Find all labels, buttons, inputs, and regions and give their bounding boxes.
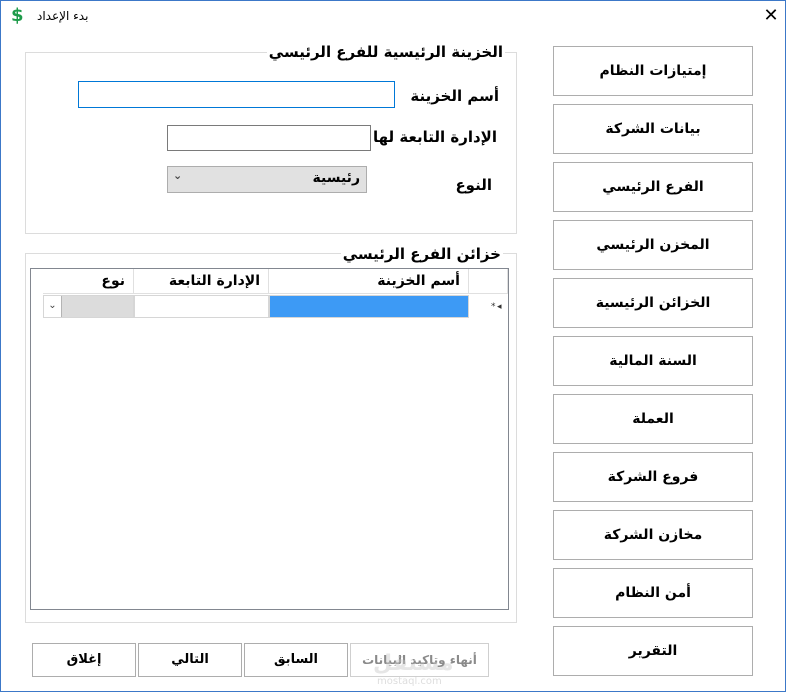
- type-dropdown-value: رئيسية: [312, 170, 360, 186]
- treasuries-grid[interactable]: نوع الإدارة التابعة أسم الخزينة ⌄ * ◂: [30, 268, 509, 610]
- main-warehouse-button[interactable]: المخزن الرئيسي: [553, 220, 753, 270]
- main-treasury-group-title: الخزينة الرئيسية للفرع الرئيسي: [266, 43, 505, 61]
- grid-header-name[interactable]: أسم الخزينة: [269, 269, 469, 294]
- company-data-button[interactable]: بيانات الشركة: [553, 104, 753, 154]
- treasury-name-input[interactable]: [78, 81, 395, 108]
- watermark-url: mostaql.com: [377, 676, 442, 687]
- grid-header-dept[interactable]: الإدارة التابعة: [134, 269, 269, 294]
- system-security-button[interactable]: أمن النظام: [553, 568, 753, 618]
- parent-dept-label: الإدارة التابعة لها: [373, 128, 497, 146]
- new-row-dept-cell[interactable]: [134, 295, 269, 318]
- report-button[interactable]: التقرير: [553, 626, 753, 676]
- row-arrow-icon: ◂: [497, 302, 502, 312]
- title-bar: $ بدء الإعداد ✕: [1, 1, 785, 33]
- grid-header-row-selector: [469, 269, 508, 294]
- window-title: بدء الإعداد: [37, 9, 89, 23]
- branch-treasuries-group-title: خزائن الفرع الرئيسي: [340, 245, 503, 263]
- company-branches-button[interactable]: فروع الشركة: [553, 452, 753, 502]
- new-row-indicator: *: [491, 302, 496, 312]
- chevron-down-icon: ⌄: [173, 169, 183, 182]
- chevron-down-icon[interactable]: ⌄: [44, 296, 62, 317]
- new-row-name-cell[interactable]: [269, 295, 469, 318]
- finish-confirm-button[interactable]: أنهاء وتاكيد البيانات: [350, 643, 489, 677]
- grid-header-type[interactable]: نوع: [43, 269, 134, 294]
- fiscal-year-button[interactable]: السنة المالية: [553, 336, 753, 386]
- currency-button[interactable]: العملة: [553, 394, 753, 444]
- treasury-name-label: أسم الخزينة: [410, 87, 499, 105]
- parent-dept-input[interactable]: [167, 125, 371, 151]
- dollar-icon: $: [11, 5, 24, 26]
- previous-button[interactable]: السابق: [244, 643, 348, 677]
- type-label: النوع: [455, 176, 492, 194]
- system-privileges-button[interactable]: إمتيازات النظام: [553, 46, 753, 96]
- next-button[interactable]: التالي: [138, 643, 242, 677]
- company-warehouses-button[interactable]: مخازن الشركة: [553, 510, 753, 560]
- main-branch-button[interactable]: الفرع الرئيسي: [553, 162, 753, 212]
- new-row-type-cell[interactable]: ⌄: [43, 295, 134, 318]
- main-treasuries-button[interactable]: الخزائن الرئيسية: [553, 278, 753, 328]
- setup-window: $ بدء الإعداد ✕ الخزينة الرئيسية للفرع ا…: [0, 0, 786, 692]
- close-button[interactable]: إغلاق: [32, 643, 136, 677]
- close-window-button[interactable]: ✕: [757, 3, 785, 31]
- grid-header: نوع الإدارة التابعة أسم الخزينة: [31, 269, 508, 294]
- type-dropdown[interactable]: رئيسية ⌄: [167, 166, 367, 193]
